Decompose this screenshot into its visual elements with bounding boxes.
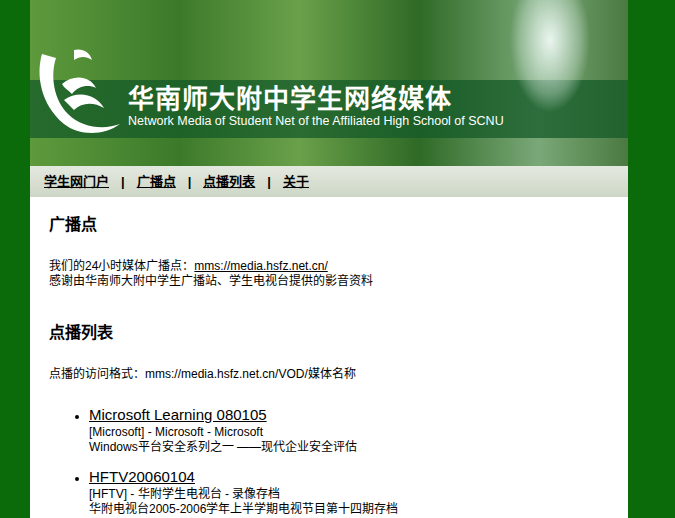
vod-title[interactable]: Microsoft Learning 080105 — [89, 406, 267, 423]
vod-item: HFTV20060104 [HFTV] - 华附学生电视台 - 录像存档华附电视台… — [89, 468, 609, 517]
nav-link[interactable]: 点播列表 — [203, 172, 255, 192]
vod-format: 点播的访问格式：mms://media.hsfz.net.cn/VOD/媒体名称 — [49, 367, 609, 382]
broadcast-intro: 我们的24小时媒体广播点： — [49, 259, 194, 273]
section-heading: 点播列表 — [49, 323, 609, 343]
header-titles: 华南师大附中学生网络媒体Network Media of Student Net… — [128, 84, 504, 129]
logo-icon — [34, 44, 124, 138]
vod-section: 点播列表点播的访问格式：mms://media.hsfz.net.cn/VOD/… — [49, 323, 609, 517]
vod-list: Microsoft Learning 080105 [Microsoft] - M… — [49, 406, 609, 517]
site-title: 华南师大附中学生网络媒体 — [128, 84, 504, 114]
nav-link[interactable]: 关于 — [283, 172, 309, 192]
vod-meta: [Microsoft] - Microsoft - Microsoft — [89, 425, 609, 440]
section-heading: 广播点 — [49, 215, 609, 235]
nav-bar: 学生网门户 | 广播点 | 点播列表 | 关于 — [30, 166, 628, 197]
broadcast-section: 广播点我们的24小时媒体广播点：mms://media.hsfz.net.cn/… — [49, 215, 609, 289]
vod-meta: [HFTV] - 华附学生电视台 - 录像存档 — [89, 487, 609, 502]
nav-separator: | — [121, 172, 125, 192]
broadcast-link[interactable]: mms://media.hsfz.net.cn/ — [194, 259, 327, 273]
vod-description: 华附电视台2005-2006学年上半学期电视节目第十四期存档 — [89, 502, 609, 517]
vod-title[interactable]: HFTV20060104 — [89, 468, 195, 485]
page: 华南师大附中学生网络媒体Network Media of Student Net… — [30, 0, 628, 518]
vod-description: Windows平台安全系列之一 ——现代企业安全评估 — [89, 440, 609, 455]
broadcast-line: 我们的24小时媒体广播点：mms://media.hsfz.net.cn/ — [49, 259, 609, 274]
nav-separator: | — [267, 172, 271, 192]
site-subtitle: Network Media of Student Net of the Affi… — [128, 114, 504, 129]
nav-separator: | — [188, 172, 192, 192]
thanks-text: 感谢由华南师大附中学生广播站、学生电视台提供的影音资料 — [49, 274, 609, 289]
nav-link[interactable]: 广播点 — [137, 172, 176, 192]
header-banner: 华南师大附中学生网络媒体Network Media of Student Net… — [30, 0, 628, 166]
content: 广播点我们的24小时媒体广播点：mms://media.hsfz.net.cn/… — [30, 197, 628, 518]
nav-link[interactable]: 学生网门户 — [44, 172, 109, 192]
vod-item: Microsoft Learning 080105 [Microsoft] - M… — [89, 406, 609, 455]
